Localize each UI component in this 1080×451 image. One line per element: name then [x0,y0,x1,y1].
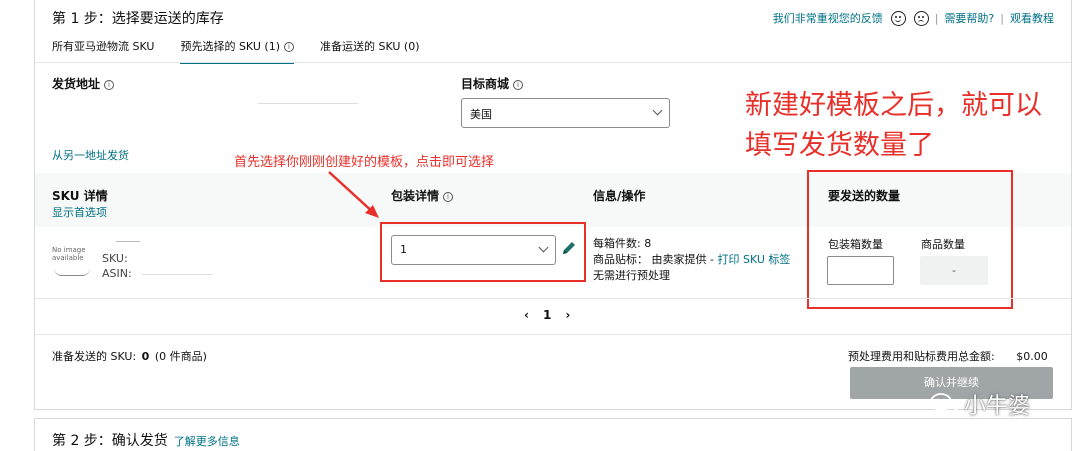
step2-title-text: 第 2 步：确认发货 [52,433,168,449]
marketplace-label: 目标商城 i [461,75,524,92]
separator: | [1000,11,1004,25]
step1-title: 第 1 步：选择要运送的库存 [52,11,224,27]
show-preferences-link[interactable]: 显示首选项 [52,204,107,220]
info-icon[interactable]: i [513,79,524,90]
fee-summary: 预处理费用和贴标费用总金额: $0.00 [848,348,1048,364]
feedback-link[interactable]: 我们非常重视您的反馈 [773,10,883,26]
top-links: 我们非常重视您的反馈 | 需要帮助? | 观看教程 [773,10,1054,26]
annotation-box-packing [380,222,586,282]
ready-sku-summary: 准备发送的 SKU: 0 (0 件商品) [52,348,207,364]
product-image-placeholder: No image available [52,246,94,276]
ready-label: 准备发送的 SKU: [52,350,137,363]
happy-face-icon[interactable] [890,10,906,26]
ready-units: (0 件商品) [154,350,207,363]
step2-title: 第 2 步：确认发货 了解更多信息 [52,430,240,450]
tab-ready-to-ship-sku[interactable]: 准备运送的 SKU (0) [320,38,420,64]
tab-preselected-label: 预先选择的 SKU (1) [180,40,280,53]
marketplace-value: 美国 [470,108,492,121]
redacted-asin [141,273,212,275]
info-icon[interactable]: i [443,191,454,202]
info-icon: i [283,42,294,52]
pagination: ‹ 1 › [524,308,570,322]
tab-all-fba-sku[interactable]: 所有亚马逊物流 SKU [52,38,154,64]
ship-from-label: 发货地址 i [52,75,115,92]
no-image-line1: No image [52,246,86,254]
marketplace-select[interactable]: 美国 [461,98,670,128]
watermark: 小牛婆 [930,388,1030,420]
header-packing-text: 包装详情 [391,189,440,203]
marketplace-text: 目标商城 [461,77,510,91]
prep-text: 无需进行预处理 [593,269,670,282]
tab-preselected-sku[interactable]: 预先选择的 SKU (1) i [180,38,294,64]
asin-label: ASIN: [102,267,132,280]
watermark-text: 小牛婆 [964,394,1031,419]
sku-identifiers: SKU: ASIN: [102,251,212,281]
no-image-line2: available [52,254,84,262]
annotation-box-quantity [807,170,1013,309]
tutorial-link[interactable]: 观看教程 [1010,10,1054,26]
prev-page-button[interactable]: ‹ [524,308,529,322]
ready-count: 0 [141,350,150,363]
sku-info: 每箱件数: 8 商品贴标： 由卖家提供 - 打印 SKU 标签 无需进行预处理 [593,236,790,284]
header-sku-details: SKU 详情 [52,189,108,203]
amazon-smile-icon [54,268,90,276]
labeling-text: 商品贴标： 由卖家提供 - [593,253,718,266]
chevron-down-icon [652,105,663,116]
wechat-icon [930,393,958,415]
sku-tabs: 所有亚马逊物流 SKU 预先选择的 SKU (1) i 准备运送的 SKU (0) [52,38,420,64]
sku-label: SKU: [102,252,128,265]
header-info-actions: 信息/操作 [593,189,646,203]
annotation-line2: 填写发货数量了 [745,130,934,161]
annotation-line1: 新建好模板之后，就可以 [745,90,1042,121]
ship-from-text: 发货地址 [52,77,101,91]
separator: | [934,11,939,25]
redacted-title [116,241,140,242]
annotation-large: 新建好模板之后，就可以 填写发货数量了 [745,86,1042,166]
print-sku-label-link[interactable]: 打印 SKU 标签 [717,253,790,266]
info-icon[interactable]: i [104,79,115,90]
divider [35,298,1071,299]
divider [35,334,1071,335]
help-link[interactable]: 需要帮助? [944,10,994,26]
annotation-small: 首先选择你刚刚创建好的模板，点击即可选择 [234,155,495,170]
ship-from-other-address-link[interactable]: 从另一地址发货 [52,147,129,163]
redacted-address [258,103,358,104]
learn-more-link[interactable]: 了解更多信息 [174,435,240,448]
current-page[interactable]: 1 [543,308,551,322]
next-page-button[interactable]: › [565,308,570,322]
divider [35,62,1071,63]
sad-face-icon[interactable] [913,10,929,26]
fee-value: $0.00 [1016,350,1048,363]
header-packing-details: 包装详情 i [391,187,454,204]
fee-label: 预处理费用和贴标费用总金额: [848,350,995,363]
annotation-arrow-icon [328,171,379,218]
units-per-box: 每箱件数: 8 [593,237,652,250]
